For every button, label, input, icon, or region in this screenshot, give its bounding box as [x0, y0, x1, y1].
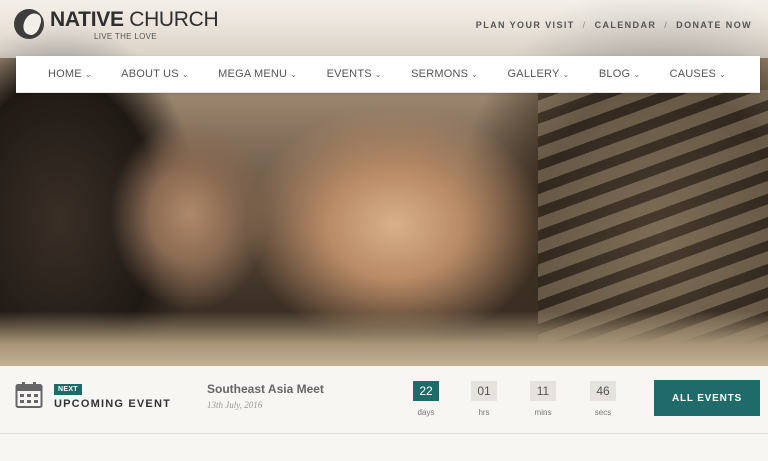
nav-item-about-us[interactable]: ABOUT US ⌄: [121, 68, 189, 80]
countdown-hrs: 01 hrs: [471, 381, 497, 417]
site-logo[interactable]: NATIVE CHURCH LIVE THE LOVE: [14, 8, 219, 41]
chevron-down-icon: ⌄: [181, 69, 189, 79]
countdown-secs-label: secs: [594, 408, 612, 417]
logo-title-bold: NATIVE: [50, 8, 124, 31]
separator: /: [664, 20, 669, 30]
chevron-down-icon: ⌄: [719, 69, 726, 79]
calendar-icon: [15, 382, 43, 408]
nav-item-events[interactable]: EVENTS ⌄: [327, 68, 382, 80]
nav-item-label: SERMONS: [411, 68, 469, 80]
nav-item-label: ABOUT US: [121, 68, 179, 80]
event-date: 13th July, 2016: [207, 400, 263, 410]
logo-title-light: CHURCH: [129, 8, 219, 31]
countdown-secs-value: 46: [590, 381, 616, 401]
calendar-link[interactable]: CALENDAR: [595, 20, 657, 30]
chevron-down-icon: ⌄: [374, 69, 382, 79]
countdown-days-label: days: [417, 408, 435, 417]
all-events-button[interactable]: ALL EVENTS: [654, 380, 760, 416]
chevron-down-icon: ⌄: [84, 69, 92, 79]
nav-item-label: GALLERY: [507, 68, 560, 80]
church-logo-icon: [14, 9, 44, 39]
nav-item-causes[interactable]: CAUSES ⌄: [670, 68, 726, 80]
nav-item-sermons[interactable]: SERMONS ⌄: [411, 68, 478, 80]
top-utility-links: PLAN YOUR VISIT / CALENDAR / DONATE NOW: [476, 20, 752, 30]
countdown-mins-label: mins: [534, 408, 552, 417]
event-title[interactable]: Southeast Asia Meet: [207, 382, 324, 396]
separator: /: [582, 20, 587, 30]
hero-image: [0, 0, 768, 366]
countdown-mins: 11 mins: [530, 381, 556, 417]
chevron-down-icon: ⌄: [633, 69, 641, 79]
chevron-down-icon: ⌄: [562, 69, 570, 79]
next-badge: NEXT: [54, 384, 82, 395]
countdown-secs: 46 secs: [590, 381, 616, 417]
logo-title: NATIVE CHURCH: [50, 8, 219, 31]
nav-item-home[interactable]: HOME ⌄: [48, 68, 92, 80]
nav-item-mega-menu[interactable]: MEGA MENU ⌄: [218, 68, 297, 80]
nav-item-label: EVENTS: [326, 68, 372, 80]
donate-now-link[interactable]: DONATE NOW: [676, 20, 752, 30]
hero-ground: [0, 311, 768, 366]
nav-item-label: CAUSES: [669, 68, 717, 80]
countdown-hrs-label: hrs: [478, 408, 490, 417]
main-navigation: HOME ⌄ ABOUT US ⌄ MEGA MENU ⌄ EVENTS ⌄ S…: [16, 56, 760, 93]
countdown-hrs-value: 01: [471, 381, 497, 401]
logo-tagline: LIVE THE LOVE: [94, 32, 157, 41]
plan-your-visit-link[interactable]: PLAN YOUR VISIT: [476, 20, 575, 30]
countdown-days-value: 22: [413, 381, 439, 401]
logo-text: NATIVE CHURCH LIVE THE LOVE: [50, 8, 219, 41]
nav-item-gallery[interactable]: GALLERY ⌄: [508, 68, 570, 80]
nav-item-blog[interactable]: BLOG ⌄: [599, 68, 640, 80]
chevron-down-icon: ⌄: [290, 69, 298, 79]
countdown-mins-value: 11: [530, 381, 556, 401]
countdown-days: 22 days: [413, 381, 439, 417]
nav-item-label: MEGA MENU: [218, 68, 288, 80]
upcoming-event-label: UPCOMING EVENT: [54, 398, 172, 410]
nav-item-label: BLOG: [598, 68, 631, 80]
chevron-down-icon: ⌄: [471, 69, 479, 79]
nav-item-label: HOME: [48, 68, 82, 80]
